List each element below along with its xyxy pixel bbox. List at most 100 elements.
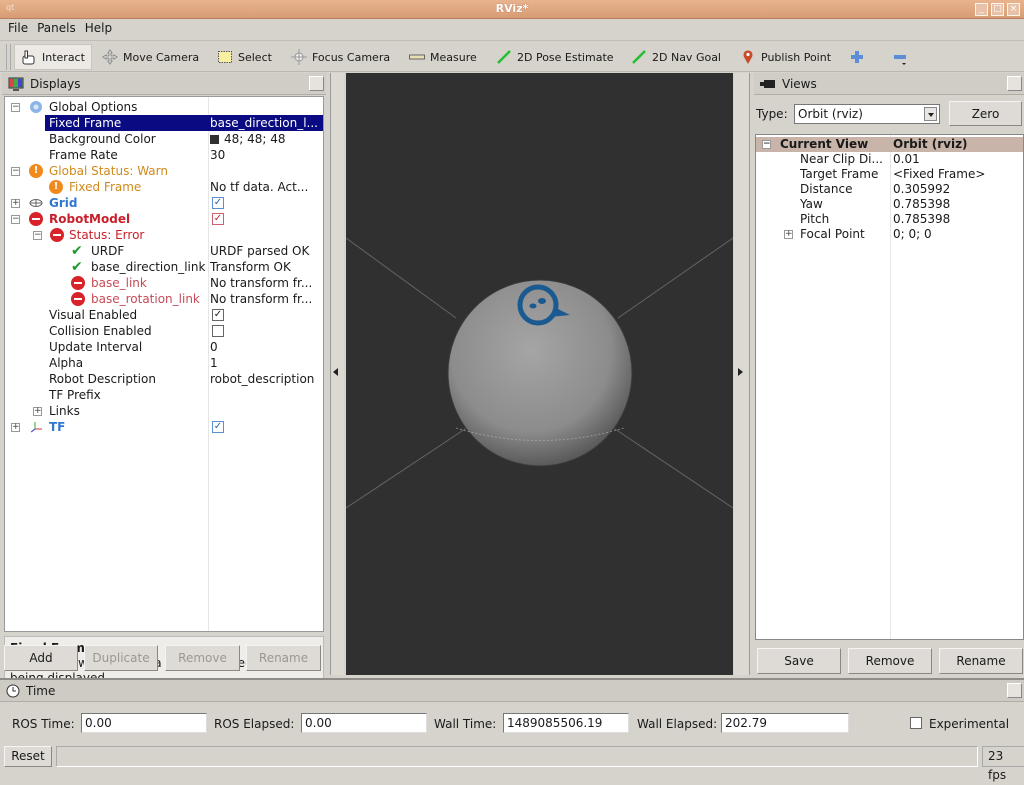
wall-elapsed-field[interactable]: 202.79 [721, 713, 849, 733]
minimize-button[interactable]: _ [975, 3, 988, 16]
collapse-toggle[interactable]: − [11, 103, 20, 112]
undock-button[interactable] [1007, 76, 1022, 91]
tool-label: 2D Nav Goal [652, 50, 721, 64]
grid-enabled-checkbox[interactable]: ✓ [212, 197, 224, 209]
tree-row-global-options[interactable]: − Global Options [5, 99, 323, 115]
tool-2d-nav-goal[interactable]: 2D Nav Goal [625, 44, 727, 70]
maximize-button[interactable]: □ [991, 3, 1004, 16]
tool-publish-point[interactable]: Publish Point [734, 44, 837, 70]
error-icon [71, 292, 85, 306]
expand-toggle[interactable]: + [11, 199, 20, 208]
experimental-checkbox[interactable] [910, 717, 922, 729]
undock-button[interactable] [309, 76, 324, 91]
tree-row-pitch[interactable]: Pitch 0.785398 [756, 212, 1023, 227]
expand-toggle[interactable]: + [33, 407, 42, 416]
ruler-icon [409, 49, 425, 65]
tree-row-focal-point[interactable]: + Focal Point 0; 0; 0 [756, 227, 1023, 242]
color-swatch [210, 135, 219, 144]
zero-view-button[interactable]: Zero [949, 101, 1022, 126]
error-icon [50, 228, 64, 242]
window-title-bar[interactable]: qt RViz* _ □ × [0, 0, 1024, 19]
tool-move-camera[interactable]: Move Camera [96, 44, 205, 70]
add-display-button[interactable]: Add [4, 645, 78, 671]
reset-button[interactable]: Reset [4, 746, 52, 767]
rename-view-button[interactable]: Rename [939, 648, 1023, 674]
collapse-toggle[interactable]: − [762, 140, 771, 149]
remove-tool-button[interactable] [886, 44, 914, 70]
ros-elapsed-field[interactable]: 0.00 [301, 713, 427, 733]
tool-measure[interactable]: Measure [403, 44, 483, 70]
ros-time-field[interactable]: 0.00 [81, 713, 207, 733]
tree-row-background-color[interactable]: Background Color 48; 48; 48 [5, 131, 323, 147]
tree-row-base-direction-link[interactable]: ✔ base_direction_link Transform OK [5, 259, 323, 275]
robot-model-enabled-checkbox[interactable]: ✓ [212, 213, 224, 225]
tree-row-near-clip[interactable]: Near Clip Di... 0.01 [756, 152, 1023, 167]
views-panel: Views Type: Orbit (rviz) Zero − Current … [752, 73, 1024, 675]
collapse-right-arrow-icon[interactable] [738, 368, 743, 376]
3d-render-viewport[interactable] [346, 73, 733, 675]
expand-toggle[interactable]: + [11, 423, 20, 432]
menu-help[interactable]: Help [81, 19, 117, 39]
tree-row-grid[interactable]: + Grid ✓ [5, 195, 323, 211]
tool-focus-camera[interactable]: Focus Camera [285, 44, 396, 70]
fixed-frame-value[interactable]: base_direction_l... [210, 115, 323, 131]
tree-row-fixed-frame[interactable]: Fixed Frame base_direction_l... [5, 115, 323, 131]
grid-icon [29, 199, 43, 207]
collapse-left-arrow-icon[interactable] [333, 368, 338, 376]
tree-row-status-error[interactable]: − Status: Error [5, 227, 323, 243]
displays-tree[interactable]: − Global Options Fixed Frame base_direct… [4, 96, 324, 632]
minus-icon [892, 49, 908, 65]
collapse-toggle[interactable]: − [33, 231, 42, 240]
status-message [56, 746, 978, 767]
remove-view-button[interactable]: Remove [848, 648, 932, 674]
tool-label: 2D Pose Estimate [517, 50, 614, 64]
remove-display-button[interactable]: Remove [165, 645, 240, 671]
tree-row-frame-rate[interactable]: Frame Rate 30 [5, 147, 323, 163]
save-view-button[interactable]: Save [757, 648, 841, 674]
tree-row-target-frame[interactable]: Target Frame <Fixed Frame> [756, 167, 1023, 182]
tree-row-yaw[interactable]: Yaw 0.785398 [756, 197, 1023, 212]
tree-row-visual-enabled[interactable]: Visual Enabled ✓ [5, 307, 323, 323]
gear-icon [30, 101, 42, 113]
close-button[interactable]: × [1007, 3, 1020, 16]
tree-row-tf[interactable]: + TF ✓ [5, 419, 323, 435]
tree-row-tf-prefix[interactable]: TF Prefix [5, 387, 323, 403]
collapse-toggle[interactable]: − [11, 167, 20, 176]
tree-row-status-fixed-frame[interactable]: ! Fixed Frame No tf data. Act... [5, 179, 323, 195]
toolbar-grip-handle[interactable] [6, 44, 11, 70]
expand-toggle[interactable]: + [784, 230, 793, 239]
tree-row-base-link[interactable]: base_link No transform fr... [5, 275, 323, 291]
views-tree[interactable]: − Current View Orbit (rviz) Near Clip Di… [755, 134, 1024, 640]
tree-row-alpha[interactable]: Alpha 1 [5, 355, 323, 371]
collision-enabled-checkbox[interactable] [212, 325, 224, 337]
error-icon [29, 212, 43, 226]
undock-button[interactable] [1007, 683, 1022, 698]
menu-panels[interactable]: Panels [33, 19, 81, 39]
tree-row-links[interactable]: + Links [5, 403, 323, 419]
tree-row-robot-description[interactable]: Robot Description robot_description [5, 371, 323, 387]
clock-icon [6, 684, 20, 697]
add-tool-button[interactable] [843, 44, 871, 70]
tree-row-urdf[interactable]: ✔ URDF URDF parsed OK [5, 243, 323, 259]
tree-row-global-status[interactable]: − ! Global Status: Warn [5, 163, 323, 179]
tool-2d-pose-estimate[interactable]: 2D Pose Estimate [490, 44, 620, 70]
tree-row-robot-model[interactable]: − RobotModel ✓ [5, 211, 323, 227]
tool-interact[interactable]: Interact [14, 44, 92, 70]
collapse-toggle[interactable]: − [11, 215, 20, 224]
tool-label: Focus Camera [312, 50, 391, 64]
tool-select[interactable]: Select [211, 44, 278, 70]
duplicate-display-button[interactable]: Duplicate [84, 645, 158, 671]
tree-row-current-view[interactable]: − Current View Orbit (rviz) [756, 137, 1023, 152]
rename-display-button[interactable]: Rename [246, 645, 321, 671]
wall-time-field[interactable]: 1489085506.19 [503, 713, 629, 733]
tf-enabled-checkbox[interactable]: ✓ [212, 421, 224, 433]
tree-row-distance[interactable]: Distance 0.305992 [756, 182, 1023, 197]
menu-file[interactable]: File [4, 19, 33, 39]
tree-row-base-rotation-link[interactable]: base_rotation_link No transform fr... [5, 291, 323, 307]
visual-enabled-checkbox[interactable]: ✓ [212, 309, 224, 321]
view-type-select[interactable]: Orbit (rviz) [794, 104, 940, 124]
tree-row-update-interval[interactable]: Update Interval 0 [5, 339, 323, 355]
wall-time-label: Wall Time: [434, 717, 497, 731]
plus-icon [849, 49, 865, 65]
tree-row-collision-enabled[interactable]: Collision Enabled [5, 323, 323, 339]
